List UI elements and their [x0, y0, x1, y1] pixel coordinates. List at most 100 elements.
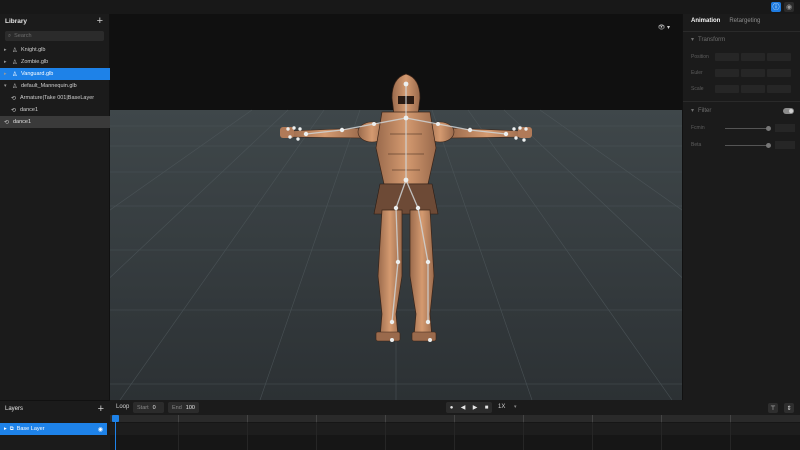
position-x-field[interactable] — [715, 52, 739, 61]
add-layer-button[interactable]: + — [98, 403, 104, 415]
chevron-down-icon[interactable]: ▾ — [4, 83, 9, 89]
timeline-grid-line — [592, 422, 593, 450]
end-label: End — [172, 404, 182, 411]
library-item-armature-take[interactable]: ⟲ Armature|Take 001|BaseLayer — [0, 92, 110, 104]
scale-y-field[interactable] — [741, 84, 765, 93]
align-center-icon[interactable]: ⇕ — [784, 403, 794, 413]
scale-z-field[interactable] — [767, 84, 791, 93]
stop-icon[interactable]: ■ — [485, 405, 489, 411]
beta-value-field[interactable] — [775, 141, 796, 149]
transport-bar: Loop Start 0 End 100 ● ◀ ▶ ■ 1X ▾ ⊤ ⇕ — [110, 400, 800, 415]
library-item-zombie[interactable]: ▸ ♙ Zombie.glb — [0, 56, 110, 68]
library-item-label: Vanguard.glb — [21, 71, 54, 77]
chevron-right-icon[interactable]: ▸ — [4, 426, 7, 432]
library-item-label: dance1 — [20, 107, 39, 113]
eye-icon[interactable]: ◉ — [98, 426, 103, 433]
align-top-icon[interactable]: ⊤ — [768, 403, 778, 413]
tab-retargeting[interactable]: Retargeting — [729, 18, 760, 24]
slider-handle[interactable] — [766, 125, 772, 131]
rotation-row: Euler — [691, 68, 795, 77]
end-frame-field[interactable]: End 100 — [168, 402, 199, 413]
timeline-grid-line — [730, 422, 731, 450]
beta-label: Beta — [691, 142, 702, 148]
chevron-down-icon: ▾ — [691, 37, 695, 43]
play-icon[interactable]: ▶ — [473, 404, 478, 411]
record-icon[interactable]: ● — [450, 405, 454, 411]
loop-label[interactable]: Loop — [116, 404, 129, 410]
ruler-tick — [385, 415, 386, 422]
fcmin-slider[interactable] — [724, 125, 772, 131]
animation-icon: ⟲ — [11, 95, 17, 102]
chevron-down-icon: ▾ — [691, 108, 695, 114]
scale-x-field[interactable] — [715, 84, 739, 93]
view-options-dropdown[interactable]: 👁 ▾ — [658, 24, 670, 31]
playhead-line — [115, 422, 116, 450]
library-item-label: Zombie.glb — [21, 59, 49, 65]
transform-section-header[interactable]: ▾ Transform — [691, 36, 725, 44]
layer-label: Base Layer — [16, 426, 45, 432]
library-search-input[interactable] — [14, 33, 95, 39]
start-frame-field[interactable]: Start 0 — [133, 402, 164, 413]
person-icon: ♙ — [12, 47, 18, 54]
timeline[interactable] — [110, 415, 800, 450]
filter-toggle[interactable] — [783, 108, 794, 114]
chevron-right-icon[interactable]: ▸ — [4, 47, 9, 53]
library-panel: Library + ⌕ ▸ ♙ Knight.glb ▸ ♙ Zombie.gl… — [0, 14, 110, 400]
3d-viewport[interactable]: 👁 ▾ — [110, 14, 682, 400]
transform-divider — [683, 101, 800, 102]
fcmin-value-field[interactable] — [775, 124, 796, 132]
library-item-knight[interactable]: ▸ ♙ Knight.glb — [0, 44, 110, 56]
play-reverse-icon[interactable]: ◀ — [461, 404, 466, 411]
tab-animation[interactable]: Animation — [691, 18, 720, 24]
ruler-tick — [247, 415, 248, 422]
animation-icon: ⟲ — [11, 107, 17, 114]
library-item-dance1-active[interactable]: ⟲ dance1 — [0, 116, 110, 128]
library-item-dance1[interactable]: ⟲ dance1 — [0, 104, 110, 116]
rotation-z-field[interactable] — [767, 68, 791, 77]
timeline-grid-line — [316, 422, 317, 450]
library-item-vanguard[interactable]: ▸ ♙ Vanguard.glb — [0, 68, 110, 80]
position-z-field[interactable] — [767, 52, 791, 61]
ruler-tick — [730, 415, 731, 422]
library-item-label: Knight.glb — [21, 47, 46, 53]
user-icon[interactable]: ⓘ — [771, 2, 781, 12]
ruler-tick — [592, 415, 593, 422]
add-library-item-button[interactable]: + — [97, 15, 103, 27]
start-label: Start — [137, 404, 149, 411]
chevron-right-icon[interactable]: ▸ — [4, 59, 9, 65]
chevron-down-icon[interactable]: ▾ — [514, 404, 517, 410]
timeline-ruler[interactable] — [110, 415, 800, 422]
timeline-track[interactable] — [110, 423, 800, 435]
filter-fcmin-row: Fcmin — [691, 124, 796, 132]
fcmin-label: Fcmin — [691, 125, 705, 131]
camera-icon[interactable]: ◉ — [784, 2, 794, 12]
playhead-handle[interactable] — [112, 415, 119, 422]
library-search[interactable]: ⌕ — [5, 31, 104, 41]
position-y-field[interactable] — [741, 52, 765, 61]
library-item-mannequin[interactable]: ▾ ♙ default_Mannequin.glb — [0, 80, 110, 92]
ruler-tick — [661, 415, 662, 422]
top-bar: ⓘ ◉ — [0, 0, 800, 14]
start-value: 0 — [152, 404, 156, 411]
slider-handle[interactable] — [766, 142, 772, 148]
beta-slider[interactable] — [724, 142, 772, 148]
library-item-label: default_Mannequin.glb — [21, 83, 77, 89]
end-value: 100 — [185, 404, 195, 411]
eye-icon: 👁 — [657, 25, 666, 31]
viewport-scene — [110, 73, 682, 400]
animation-icon: ⟲ — [4, 119, 10, 126]
ruler-tick — [523, 415, 524, 422]
ruler-tick — [178, 415, 179, 422]
layer-item-base[interactable]: ▸ ⧉ Base Layer ◉ — [0, 423, 107, 435]
ruler-tick — [316, 415, 317, 422]
timeline-grid-line — [385, 422, 386, 450]
chevron-right-icon[interactable]: ▸ — [4, 71, 9, 77]
playback-speed[interactable]: 1X — [498, 404, 505, 410]
timeline-grid-line — [454, 422, 455, 450]
position-row: Position — [691, 52, 795, 61]
app-window: ⓘ ◉ Library + ⌕ ▸ ♙ Knight.glb ▸ ♙ Zombi… — [0, 0, 800, 450]
filter-section-header[interactable]: ▾ Filter — [691, 107, 711, 115]
rotation-x-field[interactable] — [715, 68, 739, 77]
rotation-y-field[interactable] — [741, 68, 765, 77]
layers-panel: Layers + ▸ ⧉ Base Layer ◉ — [0, 400, 110, 450]
